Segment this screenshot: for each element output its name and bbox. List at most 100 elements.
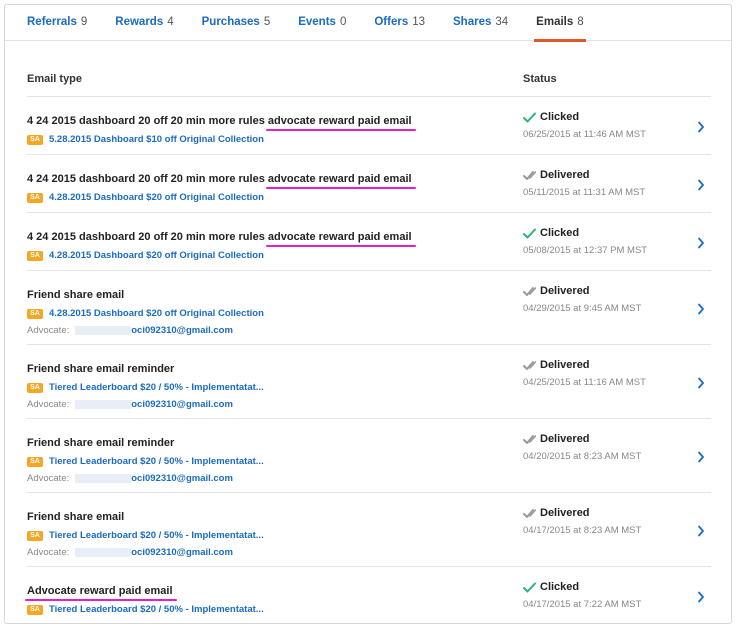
campaign-link[interactable]: SA Tiered Leaderboard $20 / 50% - Impleme… [27,456,507,467]
campaign-link[interactable]: SA 5.28.2015 Dashboard $10 off Original C… [27,134,507,145]
status-timestamp: 05/08/2015 at 12:37 PM MST [523,245,648,256]
campaign-name: 4.28.2015 Dashboard $20 off Original Col… [49,192,264,203]
status-text: Delivered [540,507,590,519]
email-title: Friend share email reminder [27,363,174,375]
status-cell: Clicked 04/17/2015 at 7:22 AM MST [523,581,641,610]
check-icon [523,228,536,238]
email-title-text: Friend share email reminder [27,363,175,375]
status-timestamp: 04/20/2015 at 8:23 AM MST [523,451,642,462]
email-type-cell: Friend share email SA 4.28.2015 Dashboard … [27,285,507,336]
advocate-label: Advocate: [27,325,70,336]
campaign-name: Tiered Leaderboard $20 / 50% - Implement… [49,604,264,615]
campaign-link[interactable]: SA Tiered Leaderboard $20 / 50% - Impleme… [27,382,507,393]
campaign-link[interactable]: SA Tiered Leaderboard $20 / 50% - Impleme… [27,530,507,541]
email-title: 4 24 2015 dashboard 20 off 20 min more r… [27,231,416,247]
tab-count: 34 [495,16,509,28]
email-title-text: Friend share email [27,511,125,523]
campaign-name: Tiered Leaderboard $20 / 50% - Implement… [49,530,264,541]
email-title-text: 4 24 2015 dashboard 20 off 20 min more r… [27,173,268,185]
chevron-right-icon[interactable] [697,591,705,603]
status-cell: Delivered 04/17/2015 at 8:23 AM MST [523,507,641,536]
status-cell: Clicked 05/08/2015 at 12:37 PM MST [523,227,647,256]
email-title: 4 24 2015 dashboard 20 off 20 min more r… [27,173,416,189]
sa-badge: SA [27,530,43,541]
email-type-cell: Friend share email reminder SA Tiered Lead… [27,359,507,410]
email-type-cell: 4 24 2015 dashboard 20 off 20 min more r… [27,111,507,145]
check-icon [523,112,536,122]
tab-rewards[interactable]: Rewards 4 [115,5,173,41]
campaign-link[interactable]: SA Tiered Leaderboard $20 / 50% - Impleme… [27,604,507,615]
status-cell: Delivered 04/25/2015 at 11:16 AM MST [523,359,646,388]
advocate-email[interactable]: oci092310@gmail.com [131,547,233,558]
tab-emails[interactable]: Emails 8 [534,5,587,42]
email-title: Friend share email reminder [27,437,174,449]
chevron-right-icon[interactable] [697,451,705,463]
email-type-cell: 4 24 2015 dashboard 20 off 20 min more r… [27,169,507,203]
double-check-icon [523,360,536,370]
status-text: Clicked [540,581,580,593]
tab-label: Shares [453,16,492,28]
table-row[interactable]: Advocate reward paid email SA Tiered Leade… [25,567,711,623]
chevron-right-icon[interactable] [697,237,705,249]
tab-count: 5 [263,16,271,28]
advocate-label: Advocate: [27,399,70,410]
chevron-right-icon[interactable] [697,525,705,537]
status-timestamp: 04/25/2015 at 11:16 AM MST [523,377,646,388]
advocate-email[interactable]: oci092310@gmail.com [131,399,233,410]
tab-purchases[interactable]: Purchases 5 [202,5,271,41]
email-type-cell: Friend share email reminder SA Tiered Lead… [27,433,507,484]
sa-badge: SA [27,308,43,319]
status-text: Delivered [540,169,590,181]
advocate-label: Advocate: [27,473,70,484]
chevron-right-icon[interactable] [697,377,705,389]
tab-events[interactable]: Events 0 [298,5,346,41]
tab-label: Referrals [27,16,77,28]
table-row[interactable]: Friend share email reminder SA Tiered Lead… [27,419,711,493]
campaign-link[interactable]: SA 4.28.2015 Dashboard $20 off Original C… [27,192,507,203]
table-row[interactable]: 4 24 2015 dashboard 20 off 20 min more r… [27,213,711,271]
table-row[interactable]: 4 24 2015 dashboard 20 off 20 min more r… [27,155,711,213]
tab-referrals[interactable]: Referrals 9 [27,5,87,41]
email-title-text: 4 24 2015 dashboard 20 off 20 min more r… [27,231,268,243]
email-type-cell: Friend share email SA Tiered Leaderboard $… [27,507,507,558]
status-badge: Clicked [523,581,641,593]
advocate-email[interactable]: oci092310@gmail.com [131,473,233,484]
campaign-name: 5.28.2015 Dashboard $10 off Original Col… [49,134,264,145]
table-row[interactable]: Friend share email SA 4.28.2015 Dashboard … [27,271,711,345]
chevron-right-icon[interactable] [697,179,705,191]
tab-label: Events [298,16,336,28]
email-activity-panel: Referrals 9 Rewards 4 Purchases 5 Events 0 Offer… [4,4,732,624]
table-row[interactable]: Friend share email reminder SA Tiered Lead… [27,345,711,419]
advocate-email[interactable]: oci092310@gmail.com [131,325,233,336]
status-text: Delivered [540,433,590,445]
status-badge: Delivered [523,169,645,181]
table-row[interactable]: 4 24 2015 dashboard 20 off 20 min more r… [27,97,711,155]
sa-badge: SA [27,192,43,203]
email-title: 4 24 2015 dashboard 20 off 20 min more r… [27,115,416,131]
status-badge: Delivered [523,359,646,371]
campaign-name: Tiered Leaderboard $20 / 50% - Implement… [49,456,264,467]
table-header: Email type Status [27,61,711,97]
status-cell: Clicked 06/25/2015 at 11:46 AM MST [523,111,646,140]
campaign-link[interactable]: SA 4.28.2015 Dashboard $20 off Original C… [27,308,507,319]
tab-offers[interactable]: Offers 13 [374,5,425,41]
chevron-right-icon[interactable] [697,303,705,315]
advocate-line: Advocate: oci092310@gmail.com [27,325,507,336]
tab-shares[interactable]: Shares 34 [453,5,508,41]
tab-count: 8 [577,16,584,28]
table-row[interactable]: Friend share email SA Tiered Leaderboard $… [27,493,711,567]
email-type-cell: 4 24 2015 dashboard 20 off 20 min more r… [27,227,507,261]
sa-badge: SA [27,382,43,393]
status-timestamp: 05/11/2015 at 11:31 AM MST [523,187,646,198]
chevron-right-icon[interactable] [697,121,705,133]
campaign-name: Tiered Leaderboard $20 / 50% - Implement… [49,382,264,393]
status-text: Clicked [540,111,580,123]
status-cell: Delivered 04/29/2015 at 9:45 AM MST [523,285,641,314]
campaign-link[interactable]: SA 4.28.2015 Dashboard $20 off Original C… [27,250,507,261]
redacted-email-prefix [75,548,132,557]
status-badge: Delivered [523,507,641,519]
status-timestamp: 04/17/2015 at 8:23 AM MST [523,525,642,536]
status-cell: Delivered 04/20/2015 at 8:23 AM MST [523,433,641,462]
column-header-status: Status [523,73,557,85]
highlighted-text: advocate reward paid email [265,115,416,131]
